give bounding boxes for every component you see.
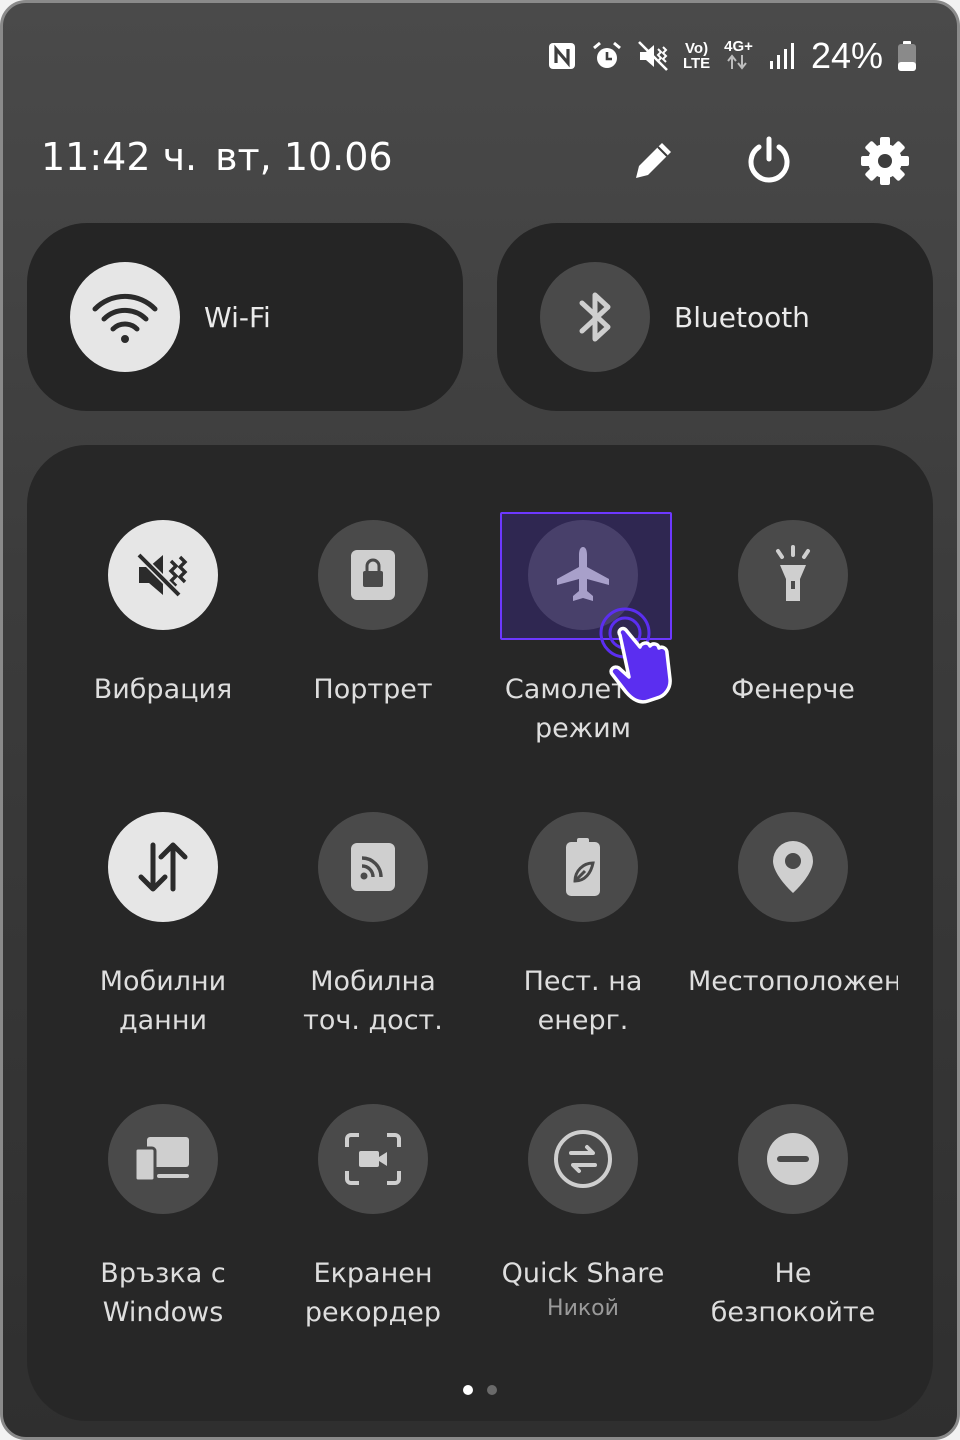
tile-label: Мобилни данни <box>99 966 227 1036</box>
tile-label: Местоположение <box>688 966 898 997</box>
bluetooth-icon <box>579 292 611 342</box>
battery-percent: 24% <box>810 35 883 76</box>
tile-label: Екранен рекордер <box>304 1258 442 1328</box>
page-dot[interactable] <box>487 1385 497 1395</box>
location-toggle[interactable] <box>738 812 848 922</box>
tile-mobile-data[interactable]: Мобилни данни <box>58 812 268 1040</box>
screen-recorder-icon <box>345 1133 401 1185</box>
page-dot-active[interactable] <box>463 1385 473 1395</box>
wifi-label: Wi-Fi <box>204 300 271 334</box>
battery-icon <box>897 40 917 72</box>
tile-quick-share[interactable]: Quick Share Никой <box>478 1104 688 1323</box>
tile-location[interactable]: Местоположение <box>688 812 898 1001</box>
tile-label: Мобилна точ. дост. <box>303 966 443 1036</box>
quick-share-toggle[interactable] <box>528 1104 638 1214</box>
tile-label: Портрет <box>313 674 433 705</box>
tile-link-windows[interactable]: Връзка с Windows <box>58 1104 268 1332</box>
nfc-icon <box>547 41 577 71</box>
alarm-icon <box>591 40 623 72</box>
vibrate-icon <box>637 40 669 72</box>
volte-icon: Vo) LTE <box>683 41 710 71</box>
tile-label: Фенерче <box>731 674 855 705</box>
do-not-disturb-toggle[interactable] <box>738 1104 848 1214</box>
power-saving-toggle[interactable] <box>528 812 638 922</box>
hotspot-toggle[interactable] <box>318 812 428 922</box>
volte-top-label: Vo) <box>685 40 709 57</box>
mobile-data-toggle[interactable] <box>108 812 218 922</box>
portrait-lock-icon <box>351 550 395 600</box>
tile-hotspot[interactable]: Мобилна точ. дост. <box>268 812 478 1040</box>
tile-label: Връзка с Windows <box>100 1258 226 1328</box>
flashlight-toggle[interactable] <box>738 520 848 630</box>
tile-label: Пест. на енерг. <box>523 966 643 1036</box>
tap-cursor-icon <box>599 607 672 704</box>
vibration-toggle[interactable] <box>108 520 218 630</box>
hotspot-icon <box>351 843 395 891</box>
page-indicator <box>3 1385 957 1395</box>
tile-portrait[interactable]: Портрет <box>268 520 478 709</box>
power-button[interactable] <box>737 129 801 193</box>
tile-label: Вибрация <box>93 674 233 705</box>
date: вт, 10.06 <box>215 135 393 179</box>
edit-button[interactable] <box>621 129 685 193</box>
4g-data-icon: 4G+ <box>724 39 753 74</box>
tile-screen-recorder[interactable]: Екранен рекордер <box>268 1104 478 1332</box>
portrait-toggle[interactable] <box>318 520 428 630</box>
bluetooth-tile[interactable]: Bluetooth <box>497 223 933 411</box>
bluetooth-toggle[interactable] <box>540 262 650 372</box>
mobile-data-icon <box>138 842 188 892</box>
tile-sublabel: Никой <box>547 1296 619 1321</box>
clock: 11:42 ч. <box>41 135 198 179</box>
wifi-toggle[interactable] <box>70 262 180 372</box>
header-actions <box>621 129 917 193</box>
network-type-label: 4G+ <box>724 37 753 55</box>
quick-share-icon <box>554 1130 612 1188</box>
volte-bottom-label: LTE <box>682 55 711 72</box>
do-not-disturb-icon <box>767 1133 819 1185</box>
tile-label: Quick Share <box>501 1258 665 1289</box>
link-windows-toggle[interactable] <box>108 1104 218 1214</box>
wifi-icon <box>92 293 158 343</box>
status-bar: Vo) LTE 4G+ 24% <box>547 33 917 79</box>
tile-label: Не безпокойте <box>710 1258 876 1328</box>
vibrate-icon <box>134 550 188 600</box>
tile-power-saving[interactable]: Пест. на енерг. <box>478 812 688 1040</box>
tile-vibration[interactable]: Вибрация <box>58 520 268 709</box>
power-saving-icon <box>566 838 600 896</box>
tile-flashlight[interactable]: Фенерче <box>688 520 898 709</box>
wifi-tile[interactable]: Wi-Fi <box>27 223 463 411</box>
screen-recorder-toggle[interactable] <box>318 1104 428 1214</box>
location-icon <box>773 841 813 893</box>
link-windows-icon <box>133 1137 189 1183</box>
bluetooth-label: Bluetooth <box>674 300 810 334</box>
quick-settings-panel: Vo) LTE 4G+ 24% 11:42 ч. вт, 10.06 Wi-Fi… <box>0 0 960 1440</box>
settings-button[interactable] <box>853 129 917 193</box>
power-icon <box>748 136 790 183</box>
flashlight-icon <box>776 545 810 601</box>
settings-icon <box>861 137 909 185</box>
tile-do-not-disturb[interactable]: Не безпокойте <box>688 1104 898 1332</box>
edit-icon <box>636 143 671 178</box>
signal-icon <box>767 41 797 71</box>
clock-date-row: 11:42 ч. вт, 10.06 <box>41 135 393 179</box>
